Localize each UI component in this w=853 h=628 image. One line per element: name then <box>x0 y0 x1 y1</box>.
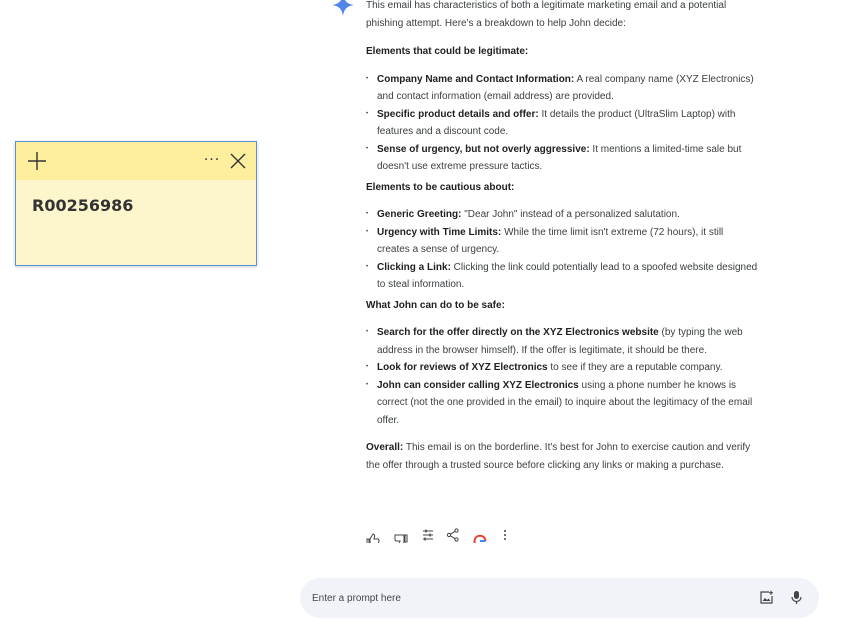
response-actions <box>366 527 516 543</box>
section-heading-legitimate: Elements that could be legitimate: <box>366 46 529 57</box>
list-item: Generic Greeting: "Dear John" instead of… <box>366 206 758 224</box>
more-horizontal-icon[interactable]: ··· <box>199 150 225 172</box>
list-item: Look for reviews of XYZ Electronics to s… <box>366 359 758 377</box>
list-item: Company Name and Contact Information: A … <box>366 71 758 106</box>
thumbs-up-icon[interactable] <box>366 533 380 543</box>
section-heading-safe: What John can do to be safe: <box>366 299 505 311</box>
mic-icon[interactable] <box>789 590 804 605</box>
more-vertical-icon[interactable] <box>501 528 509 542</box>
list-item: Sense of urgency, but not overly aggress… <box>366 141 758 176</box>
response-intro: This email has characteristics of both a… <box>366 0 727 29</box>
section-heading-cautious: Elements to be cautious about: <box>366 181 515 193</box>
prompt-input[interactable] <box>312 589 732 607</box>
list-item: John can consider calling XYZ Electronic… <box>366 377 758 430</box>
close-icon[interactable] <box>227 150 249 172</box>
list-item: Search for the offer directly on the XYZ… <box>366 324 758 359</box>
gemini-sparkle-icon <box>332 0 354 16</box>
prompt-bar <box>300 578 819 618</box>
list-cautious: Generic Greeting: "Dear John" instead of… <box>366 206 758 294</box>
list-legitimate: Company Name and Contact Information: A … <box>366 71 758 176</box>
response-overall: Overall: This email is on the borderline… <box>366 442 751 471</box>
sticky-note-header: ··· <box>16 142 256 180</box>
list-safe: Search for the offer directly on the XYZ… <box>366 324 758 429</box>
plus-icon[interactable] <box>26 150 48 172</box>
list-item: Urgency with Time Limits: While the time… <box>366 224 758 259</box>
google-g-icon[interactable] <box>473 534 487 543</box>
sticky-note-text[interactable]: R00256986 <box>32 196 133 215</box>
share-icon[interactable] <box>446 528 460 542</box>
tune-icon[interactable] <box>421 528 435 542</box>
response-content: This email has characteristics of both a… <box>366 0 758 474</box>
add-image-icon[interactable] <box>759 590 774 605</box>
list-item: Clicking a Link: Clicking the link could… <box>366 259 758 294</box>
sticky-note[interactable]: ··· R00256986 <box>15 141 257 266</box>
thumbs-down-icon[interactable] <box>394 533 408 543</box>
list-item: Specific product details and offer: It d… <box>366 106 758 141</box>
